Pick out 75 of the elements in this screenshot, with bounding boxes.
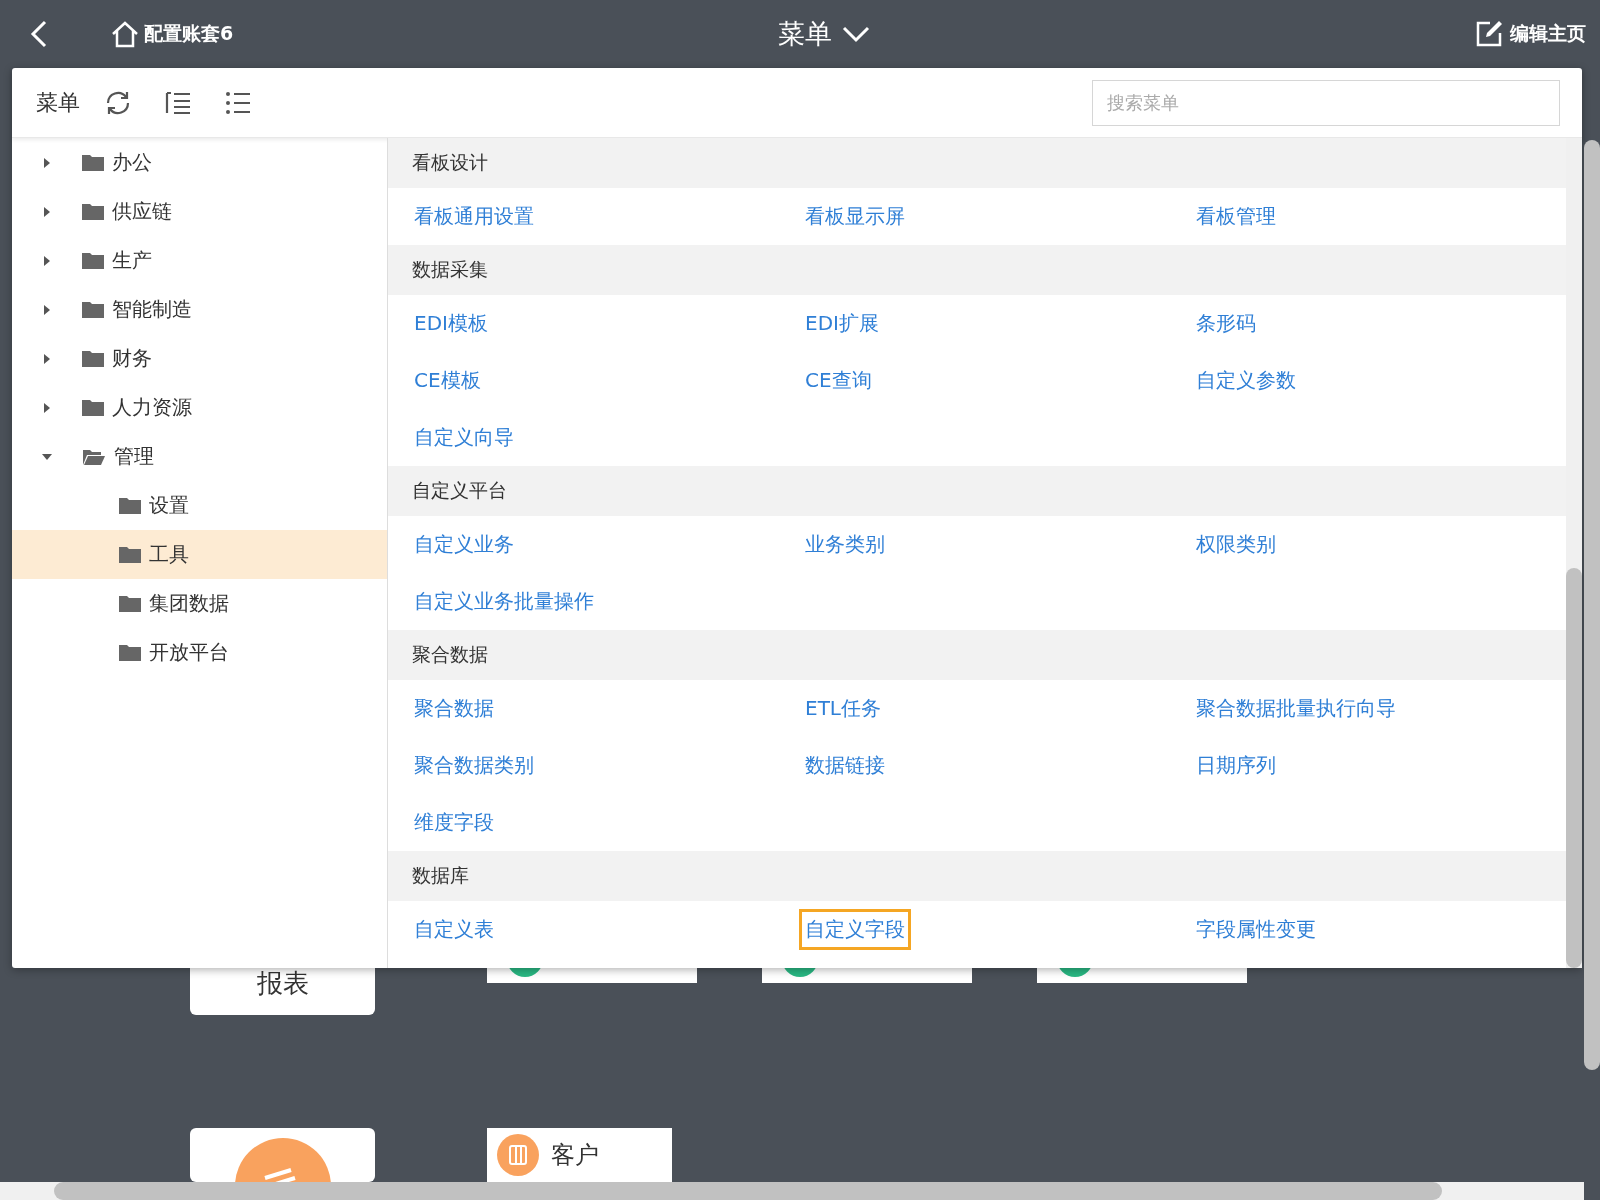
- tree-item[interactable]: 人力资源: [12, 383, 387, 432]
- horizontal-scrollbar[interactable]: [0, 1182, 1584, 1200]
- folder-icon: [119, 594, 141, 613]
- menu-link[interactable]: 看板通用设置: [408, 196, 540, 237]
- menu-link[interactable]: 自定义参数: [1190, 360, 1302, 401]
- back-icon[interactable]: [30, 20, 48, 48]
- menu-link[interactable]: 维度字段: [408, 802, 500, 843]
- menu-link[interactable]: 字段属性变更: [1190, 909, 1322, 950]
- tree-item[interactable]: 设置: [12, 481, 387, 530]
- open-folder-icon: [82, 447, 106, 466]
- tree-item[interactable]: 智能制造: [12, 285, 387, 334]
- menu-link[interactable]: 数据链接: [799, 745, 891, 786]
- customer-tile[interactable]: 客户: [487, 1128, 672, 1182]
- caret-right-icon[interactable]: [42, 304, 52, 315]
- menu-link[interactable]: 权限类别: [1190, 524, 1282, 565]
- menu-link[interactable]: 业务类别: [799, 524, 891, 565]
- section-title: 自定义平台: [412, 478, 507, 503]
- folder-icon: [119, 545, 141, 564]
- menu-link[interactable]: 自定义字段: [799, 909, 911, 950]
- folder-icon: [82, 251, 104, 270]
- menu-link[interactable]: 聚合数据类别: [408, 745, 540, 786]
- menu-link[interactable]: 自定义向导: [408, 417, 520, 458]
- tree-item[interactable]: 开放平台: [12, 628, 387, 677]
- caret-right-icon[interactable]: [42, 353, 52, 364]
- section-title: 看板设计: [412, 150, 488, 175]
- account-name[interactable]: 配置账套6: [144, 21, 234, 47]
- folder-icon: [82, 398, 104, 417]
- list-icon[interactable]: [224, 89, 252, 116]
- folder-icon: [82, 153, 104, 172]
- menu-link[interactable]: 条形码: [1190, 303, 1262, 344]
- tree-item[interactable]: 生产: [12, 236, 387, 285]
- edit-home-link[interactable]: 编辑主页: [1510, 21, 1586, 47]
- tree-item[interactable]: 供应链: [12, 187, 387, 236]
- tree-item[interactable]: 集团数据: [12, 579, 387, 628]
- folder-icon: [82, 300, 104, 319]
- folder-icon: [119, 496, 141, 515]
- folder-icon: [82, 349, 104, 368]
- stack-icon: [234, 1138, 331, 1182]
- shortcut-tile[interactable]: [190, 1128, 375, 1182]
- caret-right-icon[interactable]: [42, 157, 52, 168]
- menu-link[interactable]: 聚合数据: [408, 688, 500, 729]
- tree-item[interactable]: 工具: [12, 530, 387, 579]
- scrollbar[interactable]: [1566, 138, 1582, 968]
- menu-link[interactable]: 聚合数据批量执行向导: [1190, 688, 1402, 729]
- menu-link[interactable]: 自定义业务: [408, 524, 520, 565]
- search-field[interactable]: 搜索菜单: [1092, 79, 1560, 126]
- book-icon: [497, 1134, 539, 1176]
- menu-link[interactable]: 自定义业务批量操作: [408, 581, 600, 622]
- panel-title: 菜单: [36, 88, 80, 117]
- menu-link[interactable]: 看板显示屏: [799, 196, 911, 237]
- folder-icon: [119, 643, 141, 662]
- folder-icon: [82, 202, 104, 221]
- caret-down-icon[interactable]: [42, 451, 52, 462]
- menu-link[interactable]: EDI模板: [408, 303, 494, 344]
- menu-link[interactable]: EDI扩展: [799, 303, 885, 344]
- section-title: 聚合数据: [412, 642, 488, 667]
- section-title: 数据采集: [412, 257, 488, 282]
- menu-link[interactable]: CE模板: [408, 360, 487, 401]
- collapse-list-icon[interactable]: [164, 89, 192, 116]
- home-icon[interactable]: [110, 20, 140, 48]
- menu-link[interactable]: ETL任务: [799, 688, 887, 729]
- chevron-down-icon[interactable]: [841, 25, 870, 43]
- tree-item[interactable]: 管理: [12, 432, 387, 481]
- page-title[interactable]: 菜单: [777, 16, 832, 52]
- caret-right-icon[interactable]: [42, 206, 52, 217]
- menu-link[interactable]: CE查询: [799, 360, 878, 401]
- menu-link[interactable]: 自定义表: [408, 909, 500, 950]
- tree-item[interactable]: 财务: [12, 334, 387, 383]
- menu-link[interactable]: 日期序列: [1190, 745, 1282, 786]
- caret-right-icon[interactable]: [42, 402, 52, 413]
- caret-right-icon[interactable]: [42, 255, 52, 266]
- menu-link[interactable]: 看板管理: [1190, 196, 1282, 237]
- edit-icon[interactable]: [1474, 19, 1504, 49]
- tree-item[interactable]: 办公: [12, 138, 387, 187]
- section-title: 数据库: [412, 863, 469, 888]
